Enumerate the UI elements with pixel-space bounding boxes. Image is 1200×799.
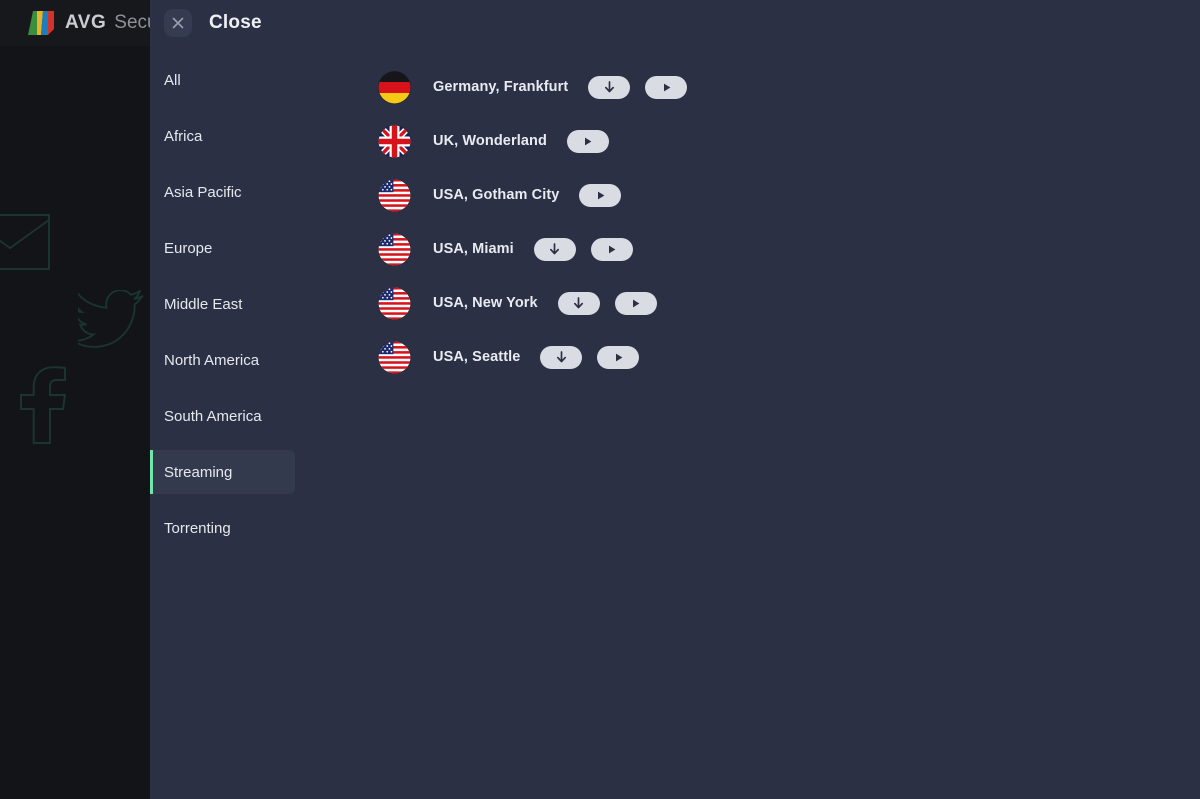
server-row[interactable]: USA, New York [378, 276, 1200, 330]
play-icon [609, 245, 616, 253]
avg-logo-icon [28, 11, 54, 35]
category-item-torrenting[interactable]: Torrenting [150, 506, 295, 550]
server-name: USA, Gotham City [433, 187, 560, 203]
panel-body: All Africa Asia Pacific Europe Middle Ea… [150, 46, 1200, 799]
server-row-actions [588, 75, 688, 99]
server-row-actions [566, 129, 609, 153]
category-item-europe[interactable]: Europe [150, 226, 295, 270]
download-icon-button[interactable] [533, 237, 576, 261]
flag-gb-icon [378, 125, 411, 157]
category-list: All Africa Asia Pacific Europe Middle Ea… [150, 46, 295, 799]
play-icon [597, 191, 605, 199]
download-icon [604, 80, 614, 92]
play-icon [663, 83, 671, 91]
play-icon-button[interactable] [597, 345, 640, 369]
category-label: Africa [164, 127, 203, 145]
close-x-icon [164, 9, 192, 37]
play-icon-button[interactable] [566, 129, 609, 153]
category-label: Asia Pacific [164, 183, 242, 201]
category-item-asia-pacific[interactable]: Asia Pacific [150, 170, 295, 214]
download-icon-button[interactable] [557, 291, 600, 315]
server-row[interactable]: USA, Seattle [378, 330, 1200, 384]
category-item-africa[interactable]: Africa [150, 114, 295, 158]
email-icon[interactable] [0, 214, 50, 270]
app-brand-label: AVG [65, 12, 107, 33]
category-item-north-america[interactable]: North America [150, 338, 295, 382]
server-name: USA, New York [433, 295, 538, 311]
server-row-actions [540, 345, 640, 369]
play-icon-button[interactable] [590, 237, 633, 261]
download-icon [550, 242, 560, 254]
server-list: Germany, Frankfurt UK, Wonderland USA, G… [295, 46, 1200, 799]
server-row-actions [557, 291, 657, 315]
play-icon-button[interactable] [614, 291, 657, 315]
play-icon [615, 353, 623, 361]
category-item-middle-east[interactable]: Middle East [150, 282, 295, 326]
twitter-icon[interactable] [78, 290, 146, 348]
download-icon [574, 296, 584, 308]
server-name: USA, Seattle [433, 349, 521, 365]
server-row-actions [533, 237, 633, 261]
server-row[interactable]: USA, Miami [378, 222, 1200, 276]
close-button[interactable]: Close [164, 9, 262, 37]
category-label: Streaming [164, 463, 233, 481]
category-item-all[interactable]: All [150, 58, 295, 102]
category-label: Torrenting [164, 519, 231, 537]
download-icon-button[interactable] [540, 345, 583, 369]
category-label: Europe [164, 239, 213, 257]
panel-header: Close [150, 0, 1200, 46]
server-row-actions [579, 183, 622, 207]
category-label: South America [164, 407, 262, 425]
category-label: All [164, 71, 181, 89]
server-name: UK, Wonderland [433, 133, 547, 149]
play-icon-button[interactable] [579, 183, 622, 207]
facebook-icon[interactable] [20, 366, 66, 444]
download-icon-button[interactable] [588, 75, 631, 99]
play-icon [633, 299, 640, 307]
server-row[interactable]: Germany, Frankfurt [378, 60, 1200, 114]
locations-panel: Close All Africa Asia Pacific Europe Mid… [150, 0, 1200, 799]
server-row[interactable]: UK, Wonderland [378, 114, 1200, 168]
category-item-south-america[interactable]: South America [150, 394, 295, 438]
play-icon-button[interactable] [645, 75, 688, 99]
server-name: Germany, Frankfurt [433, 79, 569, 95]
flag-us-icon [378, 179, 411, 211]
close-button-label: Close [209, 12, 262, 33]
play-icon [585, 137, 592, 145]
download-icon [556, 350, 566, 362]
category-label: North America [164, 351, 260, 369]
server-row[interactable]: USA, Gotham City [378, 168, 1200, 222]
category-label: Middle East [164, 295, 243, 313]
flag-de-icon [378, 71, 411, 103]
flag-us-icon [378, 341, 411, 373]
server-name: USA, Miami [433, 241, 514, 257]
category-item-streaming[interactable]: Streaming [150, 450, 295, 494]
flag-us-icon [378, 233, 411, 265]
flag-us-icon [378, 287, 411, 319]
